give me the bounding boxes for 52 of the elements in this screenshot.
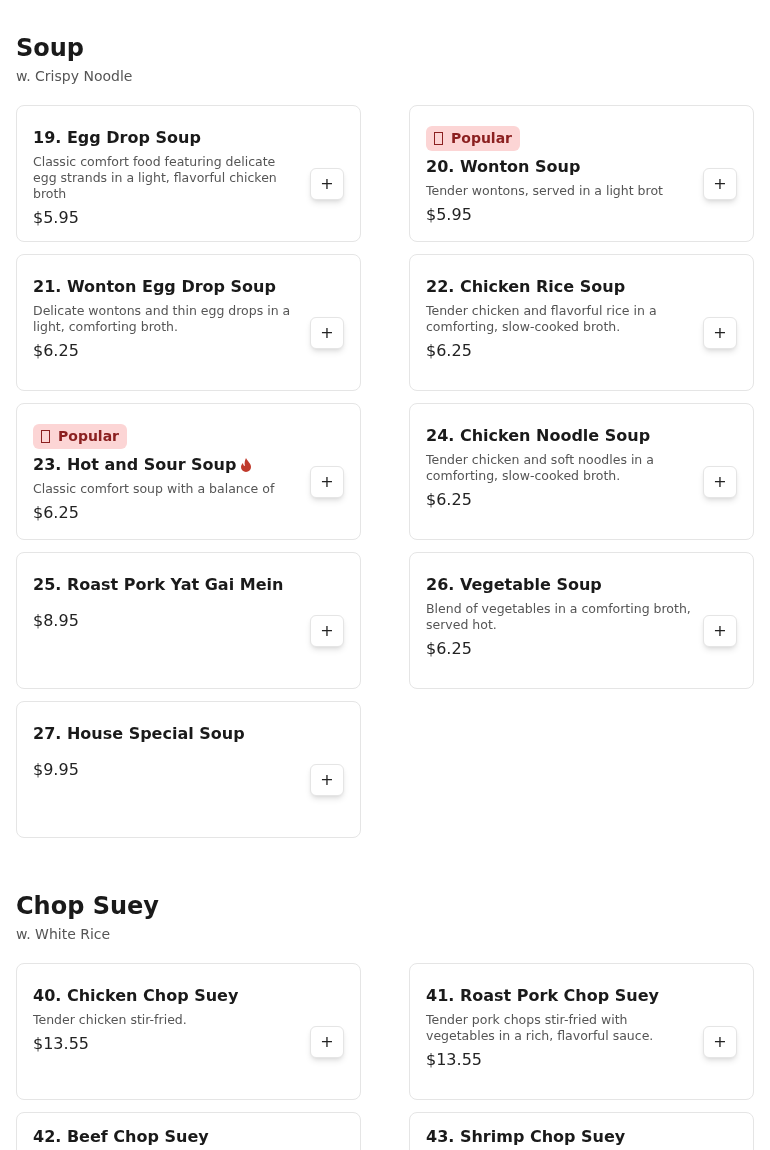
item-title: 21. Wonton Egg Drop Soup (33, 276, 276, 298)
item-title: 23. Hot and Sour Soup (33, 454, 237, 476)
item-price: $6.25 (426, 340, 473, 362)
add-button[interactable]: + (703, 167, 737, 200)
item-price: $9.95 (33, 759, 80, 781)
item-title: 40. Chicken Chop Suey (33, 985, 239, 1007)
badge-label: Popular (58, 427, 120, 446)
section-title: Chop Suey (16, 891, 160, 922)
item-price: $5.95 (426, 204, 473, 226)
add-button[interactable]: + (703, 465, 737, 498)
item-description: Delicate wontons and thin egg drops in a light, comforting broth. (33, 303, 292, 335)
item-description: Tender chicken and flavorful rice in a comforting, slow-cooked broth. (426, 303, 658, 335)
badge-icon (41, 430, 50, 443)
badge-label: Popular (451, 129, 513, 148)
item-description: Classic comfort soup with a balance of (33, 481, 276, 497)
section-title: Soup (16, 33, 86, 64)
item-price: $6.25 (426, 489, 473, 511)
item-description: Tender chicken stir-fried. (33, 1012, 188, 1028)
add-button[interactable]: + (310, 1025, 344, 1058)
item-title: 20. Wonton Soup (426, 156, 581, 178)
add-button[interactable]: + (310, 167, 344, 200)
item-description: Tender chicken and soft noodles in a comforting, slow-cooked broth. (426, 452, 655, 484)
item-title: 24. Chicken Noodle Soup (426, 425, 651, 447)
item-description: Classic comfort food featuring delicate egg strands in a light, flavorful chicken broth (33, 154, 278, 202)
item-title: 19. Egg Drop Soup (33, 127, 201, 149)
add-button[interactable]: + (703, 316, 737, 349)
item-price: $6.25 (33, 502, 80, 524)
item-title: 42. Beef Chop Suey (33, 1126, 209, 1148)
item-title: 43. Shrimp Chop Suey (426, 1126, 626, 1148)
item-title: 26. Vegetable Soup (426, 574, 602, 596)
item-price: $13.55 (33, 1033, 90, 1055)
item-price: $5.95 (33, 207, 80, 229)
add-button[interactable]: + (310, 614, 344, 647)
add-button[interactable]: + (703, 614, 737, 647)
item-title: 22. Chicken Rice Soup (426, 276, 626, 298)
badge-icon (434, 132, 443, 145)
section-subtitle: w. White Rice (16, 925, 112, 944)
item-title: 27. House Special Soup (33, 723, 245, 745)
item-description: Tender wontons, served in a light brot (426, 183, 664, 199)
section-subtitle: w. Crispy Noodle (16, 67, 134, 86)
add-button[interactable]: + (703, 1025, 737, 1058)
item-price: $13.55 (426, 1049, 483, 1071)
item-description: Blend of vegetables in a comforting broth, served hot. (426, 601, 692, 633)
add-button[interactable]: + (310, 763, 344, 796)
item-price: $6.25 (426, 638, 473, 660)
item-title: 25. Roast Pork Yat Gai Mein (33, 574, 284, 596)
item-title: 41. Roast Pork Chop Suey (426, 985, 659, 1007)
item-price: $8.95 (33, 610, 80, 632)
add-button[interactable]: + (310, 465, 344, 498)
add-button[interactable]: + (310, 316, 344, 349)
item-price: $6.25 (33, 340, 80, 362)
item-description: Tender pork chops stir-fried with vegetables in a rich, flavorful sauce. (426, 1012, 655, 1044)
